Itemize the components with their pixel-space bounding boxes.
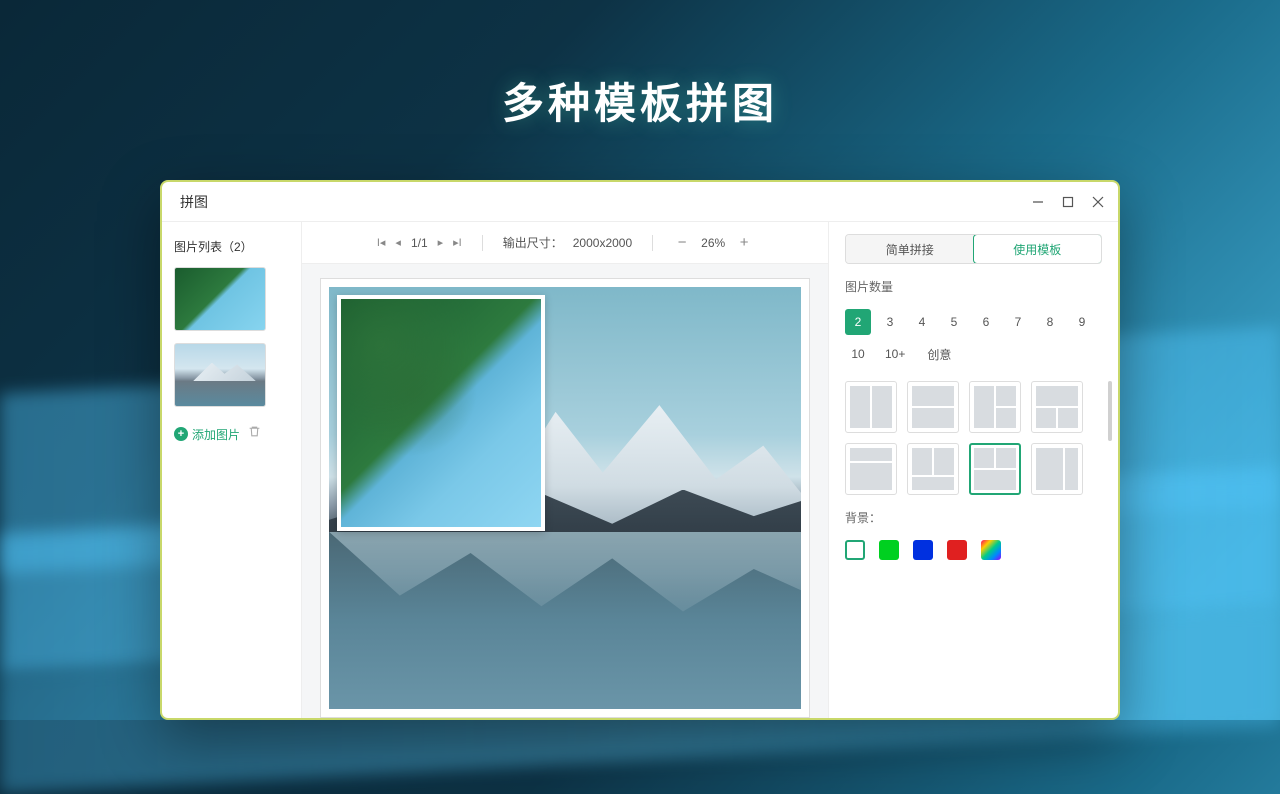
hero-title: 多种模板拼图 [502,70,778,131]
titlebar: 拼图 [162,182,1118,222]
collage-inset-photo[interactable] [337,295,545,531]
add-image-label: 添加图片 [192,426,240,443]
add-image-button[interactable]: + 添加图片 [174,426,240,443]
add-row: + 添加图片 [174,425,289,443]
template-option[interactable] [845,381,897,433]
last-page-button[interactable]: ▸I [453,236,462,249]
right-panel: 简单拼接 使用模板 图片数量 2 3 4 5 6 7 8 9 10 10+ 创意 [828,222,1118,718]
window-controls [1032,196,1104,208]
count-4[interactable]: 4 [909,309,935,335]
next-page-button[interactable]: ▸ [438,236,444,249]
count-3[interactable]: 3 [877,309,903,335]
bg-color-picker[interactable] [981,540,1001,560]
page-nav: I◂ ◂ 1/1 ▸ ▸I [377,236,462,250]
output-size: 输出尺寸： 2000x2000 [503,234,632,251]
maximize-button[interactable] [1062,196,1074,208]
template-option-selected[interactable] [969,443,1021,495]
count-7[interactable]: 7 [1005,309,1031,335]
image-count-grid: 2 3 4 5 6 7 8 9 10 10+ 创意 [845,309,1102,367]
bg-color-blue[interactable] [913,540,933,560]
thumbnail-2[interactable] [174,343,266,407]
divider [652,235,653,251]
image-list-label: 图片列表（2） [174,238,289,255]
water-reflection [329,532,801,709]
mode-tabs: 简单拼接 使用模板 [845,234,1102,264]
template-option[interactable] [1031,443,1083,495]
close-button[interactable] [1092,196,1104,208]
count-8[interactable]: 8 [1037,309,1063,335]
background-colors [845,540,1102,560]
canvas-toolbar: I◂ ◂ 1/1 ▸ ▸I 输出尺寸： 2000x2000 − 26% + [302,222,828,264]
bg-color-red[interactable] [947,540,967,560]
template-option[interactable] [845,443,897,495]
count-2[interactable]: 2 [845,309,871,335]
collage-canvas[interactable] [320,278,810,718]
bg-color-green[interactable] [879,540,899,560]
collage-background-photo [329,287,801,709]
background-label: 背景： [845,509,1102,526]
template-option[interactable] [969,381,1021,433]
count-10plus[interactable]: 10+ [877,341,913,367]
template-option[interactable] [907,443,959,495]
plus-icon: + [174,427,188,441]
count-10[interactable]: 10 [845,341,871,367]
output-size-value: 2000x2000 [573,236,632,250]
bg-color-white[interactable] [845,540,865,560]
prev-page-button[interactable]: ◂ [395,236,401,249]
divider [482,235,483,251]
window-title: 拼图 [180,192,208,212]
template-option[interactable] [1031,381,1083,433]
thumbnail-1[interactable] [174,267,266,331]
app-body: 图片列表（2） + 添加图片 I◂ ◂ 1/1 ▸ [162,222,1118,718]
app-window: 拼图 图片列表（2） + 添加图片 [160,180,1120,720]
zoom-controls: − 26% + [673,234,753,251]
minimize-button[interactable] [1032,196,1044,208]
canvas-area: I◂ ◂ 1/1 ▸ ▸I 输出尺寸： 2000x2000 − 26% + [302,222,828,718]
count-9[interactable]: 9 [1069,309,1095,335]
scrollbar[interactable] [1108,381,1112,441]
first-page-button[interactable]: I◂ [377,236,386,249]
page-indicator: 1/1 [411,236,428,250]
delete-button[interactable] [248,425,261,443]
template-option[interactable] [907,381,959,433]
count-6[interactable]: 6 [973,309,999,335]
zoom-value: 26% [701,236,725,250]
template-grid [845,381,1102,495]
sidebar: 图片列表（2） + 添加图片 [162,222,302,718]
count-creative[interactable]: 创意 [919,341,959,367]
tab-template[interactable]: 使用模板 [973,234,1103,264]
zoom-out-button[interactable]: − [673,234,691,251]
tab-simple[interactable]: 简单拼接 [846,235,974,263]
zoom-in-button[interactable]: + [735,234,753,251]
canvas-wrap [302,264,828,718]
output-size-label: 输出尺寸： [503,234,563,251]
image-count-label: 图片数量 [845,278,1102,295]
count-5[interactable]: 5 [941,309,967,335]
